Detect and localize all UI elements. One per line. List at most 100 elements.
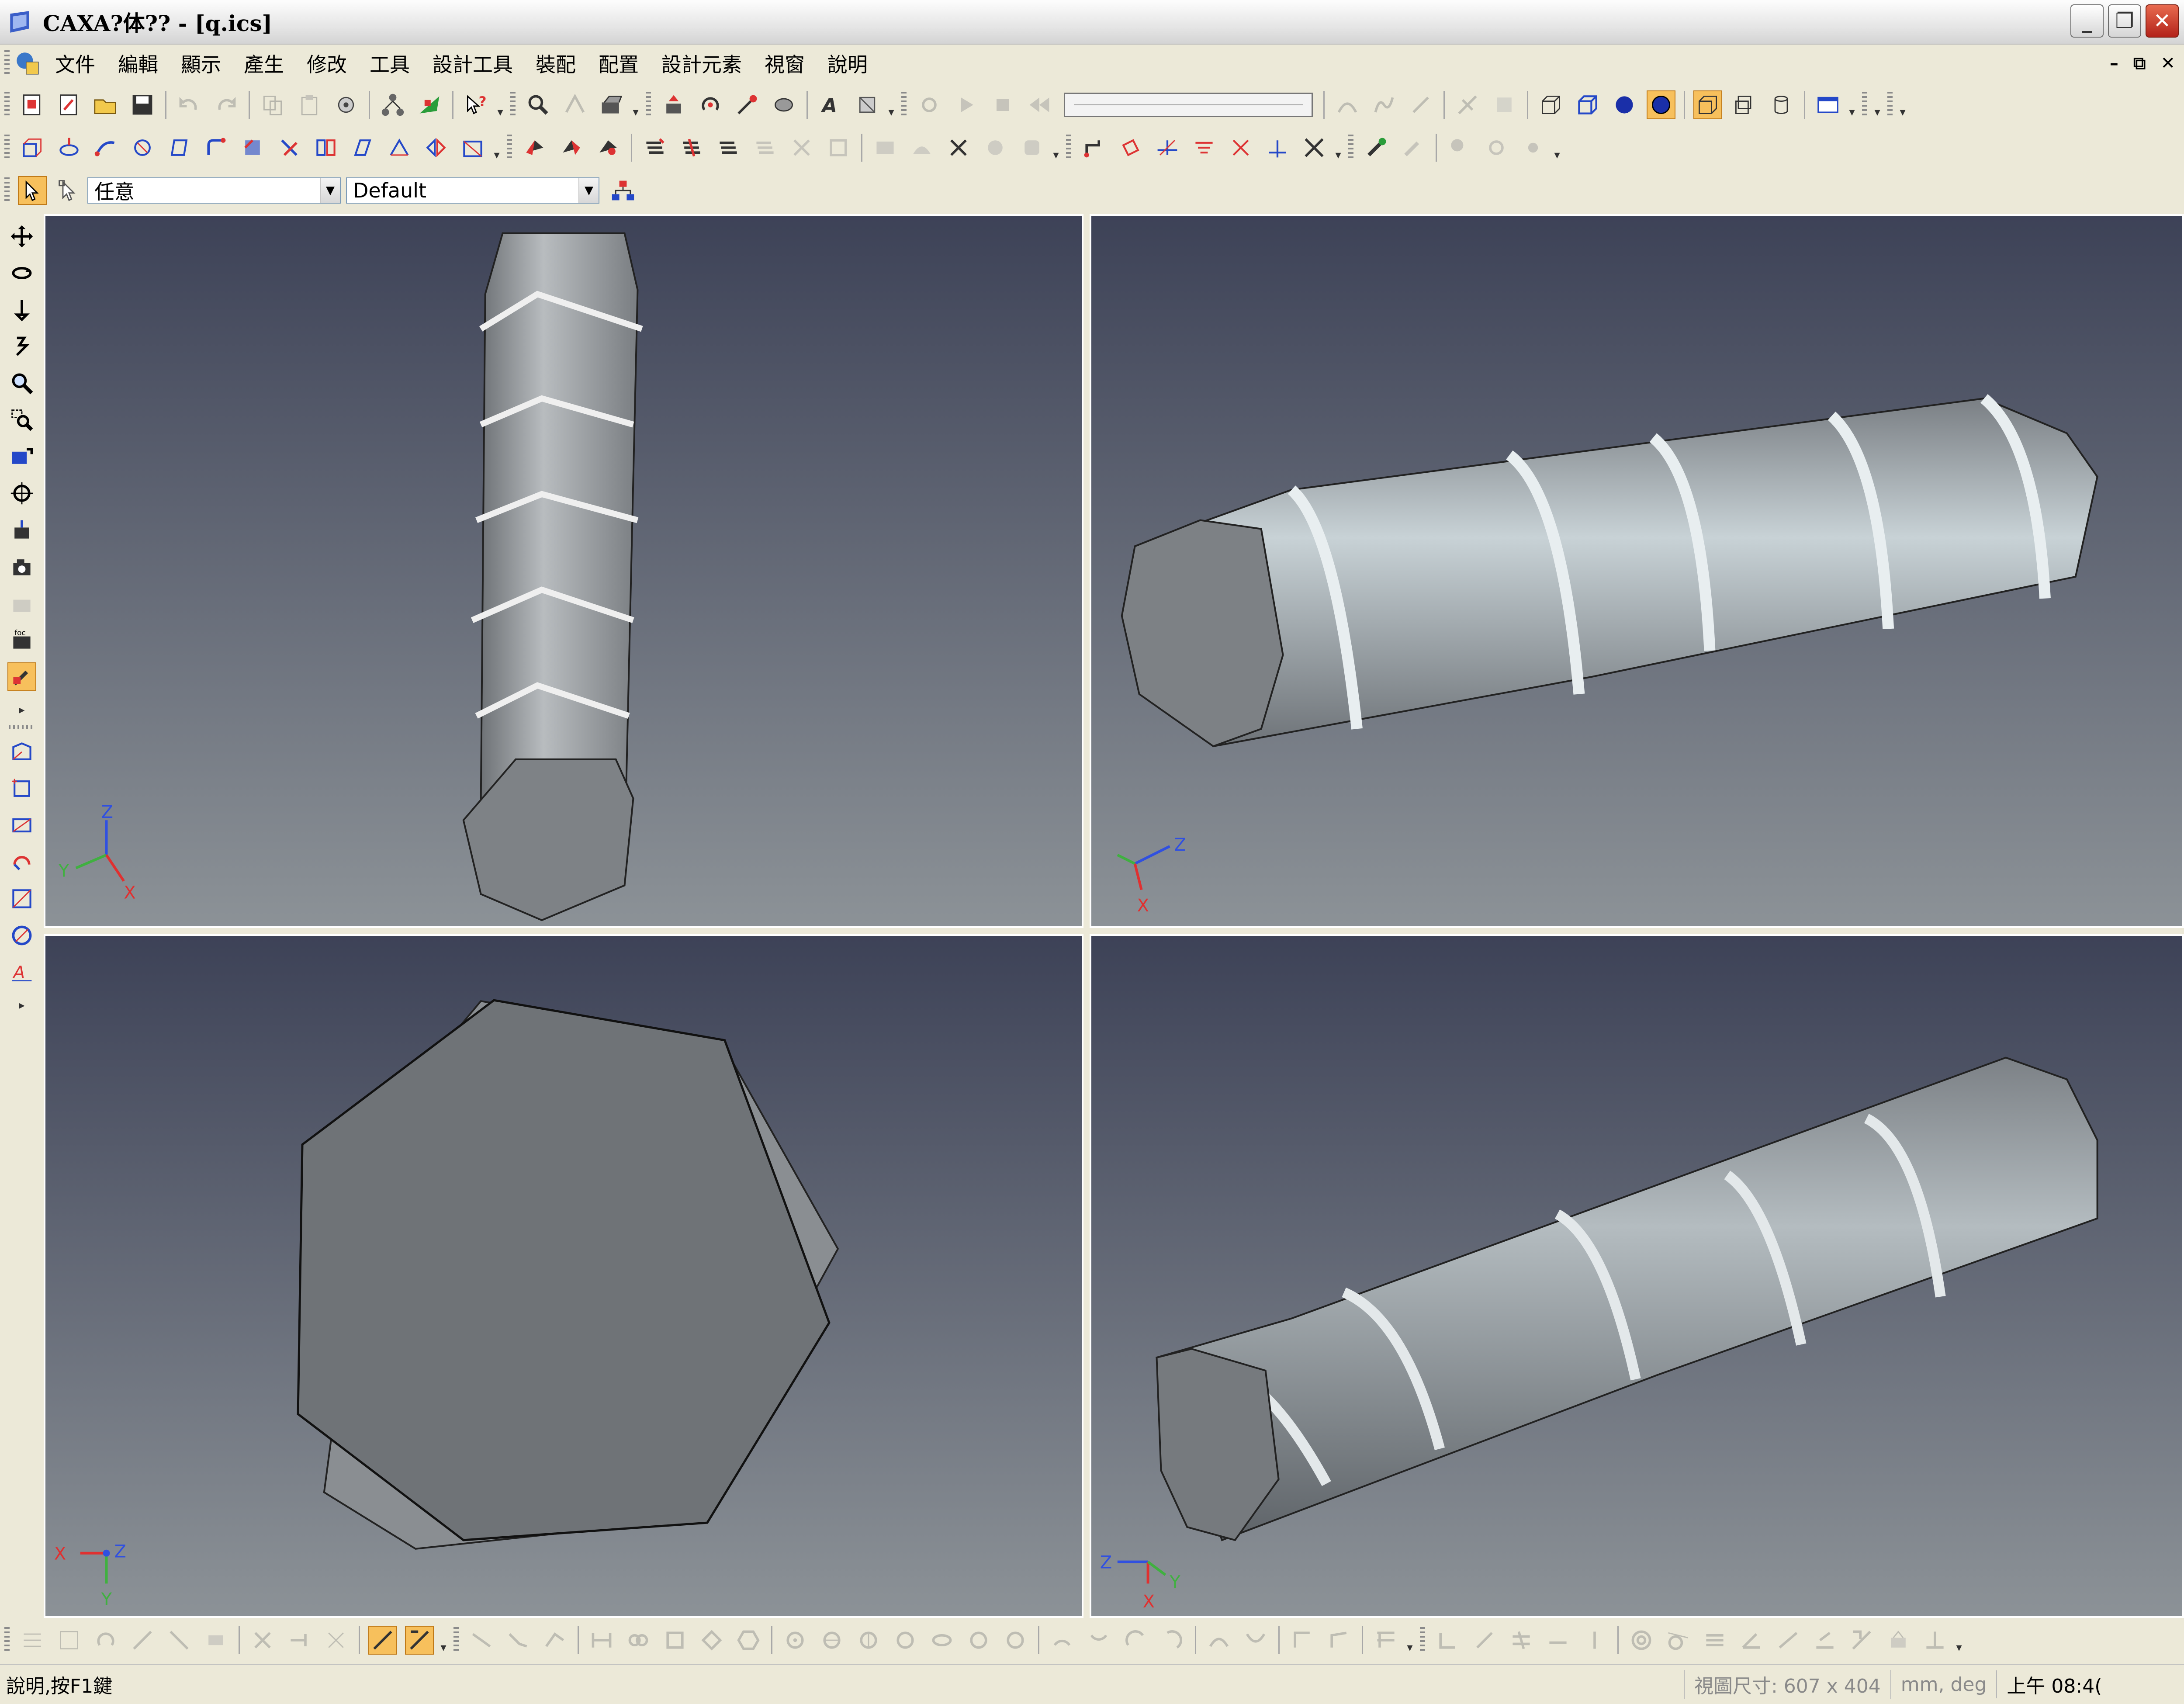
threaded-rod-model[interactable] — [462, 232, 643, 921]
shell-tool-icon[interactable] — [769, 90, 798, 119]
zoom-window-icon[interactable] — [7, 405, 36, 434]
angle-icon[interactable] — [1737, 1626, 1766, 1655]
break-icon[interactable] — [322, 1626, 350, 1655]
camera-disabled-icon[interactable] — [7, 589, 36, 618]
chevron-down-icon[interactable]: ▼ — [578, 178, 599, 203]
curve-g-icon[interactable] — [1300, 133, 1329, 162]
new-drawing-icon[interactable] — [55, 90, 83, 119]
surface-a-icon[interactable] — [520, 133, 549, 162]
tool-a-icon[interactable] — [1453, 90, 1482, 119]
viewport-top-left[interactable]: Z Y X — [44, 214, 1083, 928]
menu-assembly[interactable]: 裝配 — [524, 49, 587, 78]
selection-filter-dropdown[interactable]: 任意 ▼ — [87, 177, 341, 204]
toolbar-overflow-icon[interactable]: ▾ — [1050, 134, 1062, 162]
circle-center-icon[interactable] — [781, 1626, 810, 1655]
line-icon[interactable] — [467, 1626, 496, 1655]
zoom-icon[interactable] — [7, 369, 36, 398]
curve-icon[interactable] — [1333, 90, 1362, 119]
circle-tool-icon[interactable] — [7, 921, 36, 950]
chamfer-icon[interactable] — [238, 133, 267, 162]
design-tree-icon[interactable] — [378, 90, 407, 119]
sym-icon[interactable] — [1921, 1626, 1949, 1655]
ellipse-icon[interactable] — [928, 1626, 956, 1655]
menu-file[interactable]: 文件 — [44, 49, 107, 78]
toolbar-overflow-icon[interactable]: ▸ — [9, 699, 35, 717]
camera-settings-icon[interactable] — [7, 662, 36, 691]
spline-icon[interactable] — [1370, 90, 1398, 119]
scale-icon[interactable] — [458, 133, 487, 162]
surface-h-icon[interactable] — [1018, 133, 1046, 162]
equal-icon[interactable] — [1700, 1626, 1729, 1655]
shaded-sphere-icon[interactable] — [1610, 90, 1639, 119]
hatch-icon[interactable] — [1371, 1626, 1400, 1655]
snap-b-icon[interactable] — [405, 1626, 434, 1655]
orthographic-icon[interactable] — [1730, 90, 1759, 119]
toolbar-grip[interactable] — [9, 725, 35, 729]
constraint-d-icon[interactable] — [1544, 1626, 1572, 1655]
undo-icon[interactable] — [175, 90, 204, 119]
3d-scene[interactable]: Z X Y — [1091, 936, 2182, 1616]
catalog-icon[interactable] — [597, 90, 626, 119]
restore-button[interactable]: ❐ — [2108, 4, 2141, 38]
viewport-layout-icon[interactable] — [1814, 90, 1842, 119]
toolbar-overflow-icon[interactable]: ▾ — [1404, 1626, 1416, 1654]
paint-icon[interactable] — [1398, 133, 1427, 162]
toolbar-grip[interactable] — [1066, 135, 1071, 161]
constraint-e-icon[interactable] — [1580, 1626, 1609, 1655]
toolbar-grip[interactable] — [1862, 92, 1867, 118]
stop-icon[interactable] — [988, 90, 1017, 119]
constraint-c-icon[interactable] — [1507, 1626, 1536, 1655]
context-help-icon[interactable]: ? — [462, 90, 491, 119]
chevron-down-icon[interactable]: ▼ — [320, 178, 340, 203]
shaded-edges-icon[interactable] — [1647, 90, 1675, 119]
toolbar-grip[interactable] — [1420, 1627, 1425, 1653]
toolbar-grip[interactable] — [1887, 92, 1893, 118]
menu-generate[interactable]: 產生 — [232, 49, 295, 78]
toolbar-overflow-icon[interactable]: ▸ — [9, 994, 35, 1012]
view-target-icon[interactable] — [7, 479, 36, 508]
toolbar-grip[interactable] — [453, 1627, 459, 1653]
toolbar-overflow-icon[interactable]: ▾ — [1953, 1626, 1965, 1654]
tool-b-icon[interactable] — [1490, 90, 1519, 119]
select-pointer-icon[interactable] — [18, 176, 47, 205]
3d-scene[interactable]: Z Y X — [45, 216, 1082, 926]
camera-icon[interactable] — [7, 552, 36, 581]
menu-modify[interactable]: 修改 — [295, 49, 358, 78]
3d-scene[interactable]: Z X — [1091, 216, 2182, 926]
link-icon[interactable] — [624, 1626, 653, 1655]
tangent-icon[interactable] — [1664, 1626, 1693, 1655]
surface-d-icon[interactable] — [871, 133, 900, 162]
circle-3pt-icon[interactable] — [854, 1626, 883, 1655]
split-icon[interactable] — [312, 133, 340, 162]
concentric-icon[interactable] — [1627, 1626, 1656, 1655]
toolbar-overflow-icon[interactable]: ▾ — [630, 91, 641, 119]
new-document-icon[interactable] — [18, 90, 47, 119]
toolbar-grip[interactable] — [901, 92, 907, 118]
coincident-icon[interactable] — [1884, 1626, 1913, 1655]
rotate-sketch-icon[interactable] — [7, 848, 36, 876]
surface-e-icon[interactable] — [907, 133, 936, 162]
loft-icon[interactable] — [128, 133, 157, 162]
section-icon[interactable] — [7, 811, 36, 840]
menu-help[interactable]: 說明 — [816, 49, 879, 78]
rotate-plane-icon[interactable] — [91, 1626, 120, 1655]
save-icon[interactable] — [128, 90, 157, 119]
3d-scene[interactable]: X Z Y — [45, 936, 1082, 1616]
viewport-bottom-right[interactable]: Z X Y — [1090, 934, 2184, 1618]
spline-b-icon[interactable] — [1241, 1626, 1270, 1655]
viewport-bottom-left[interactable]: X Z Y — [44, 934, 1083, 1618]
stack-e-icon[interactable] — [787, 133, 816, 162]
perspective-icon[interactable] — [1693, 90, 1722, 119]
plane-b-icon[interactable] — [128, 1626, 157, 1655]
stack-f-icon[interactable] — [824, 133, 853, 162]
tool-j-icon[interactable] — [1519, 133, 1547, 162]
mirror-icon[interactable] — [422, 133, 450, 162]
camera-target-icon[interactable] — [7, 516, 36, 544]
square-icon[interactable] — [661, 1626, 689, 1655]
stack-c-icon[interactable] — [714, 133, 743, 162]
doc-menu-icon[interactable] — [14, 50, 41, 77]
curve-d-icon[interactable] — [1190, 133, 1218, 162]
curve-b-icon[interactable] — [1116, 133, 1145, 162]
light-icon[interactable] — [853, 90, 882, 119]
sketch-plane-icon[interactable] — [7, 738, 36, 766]
